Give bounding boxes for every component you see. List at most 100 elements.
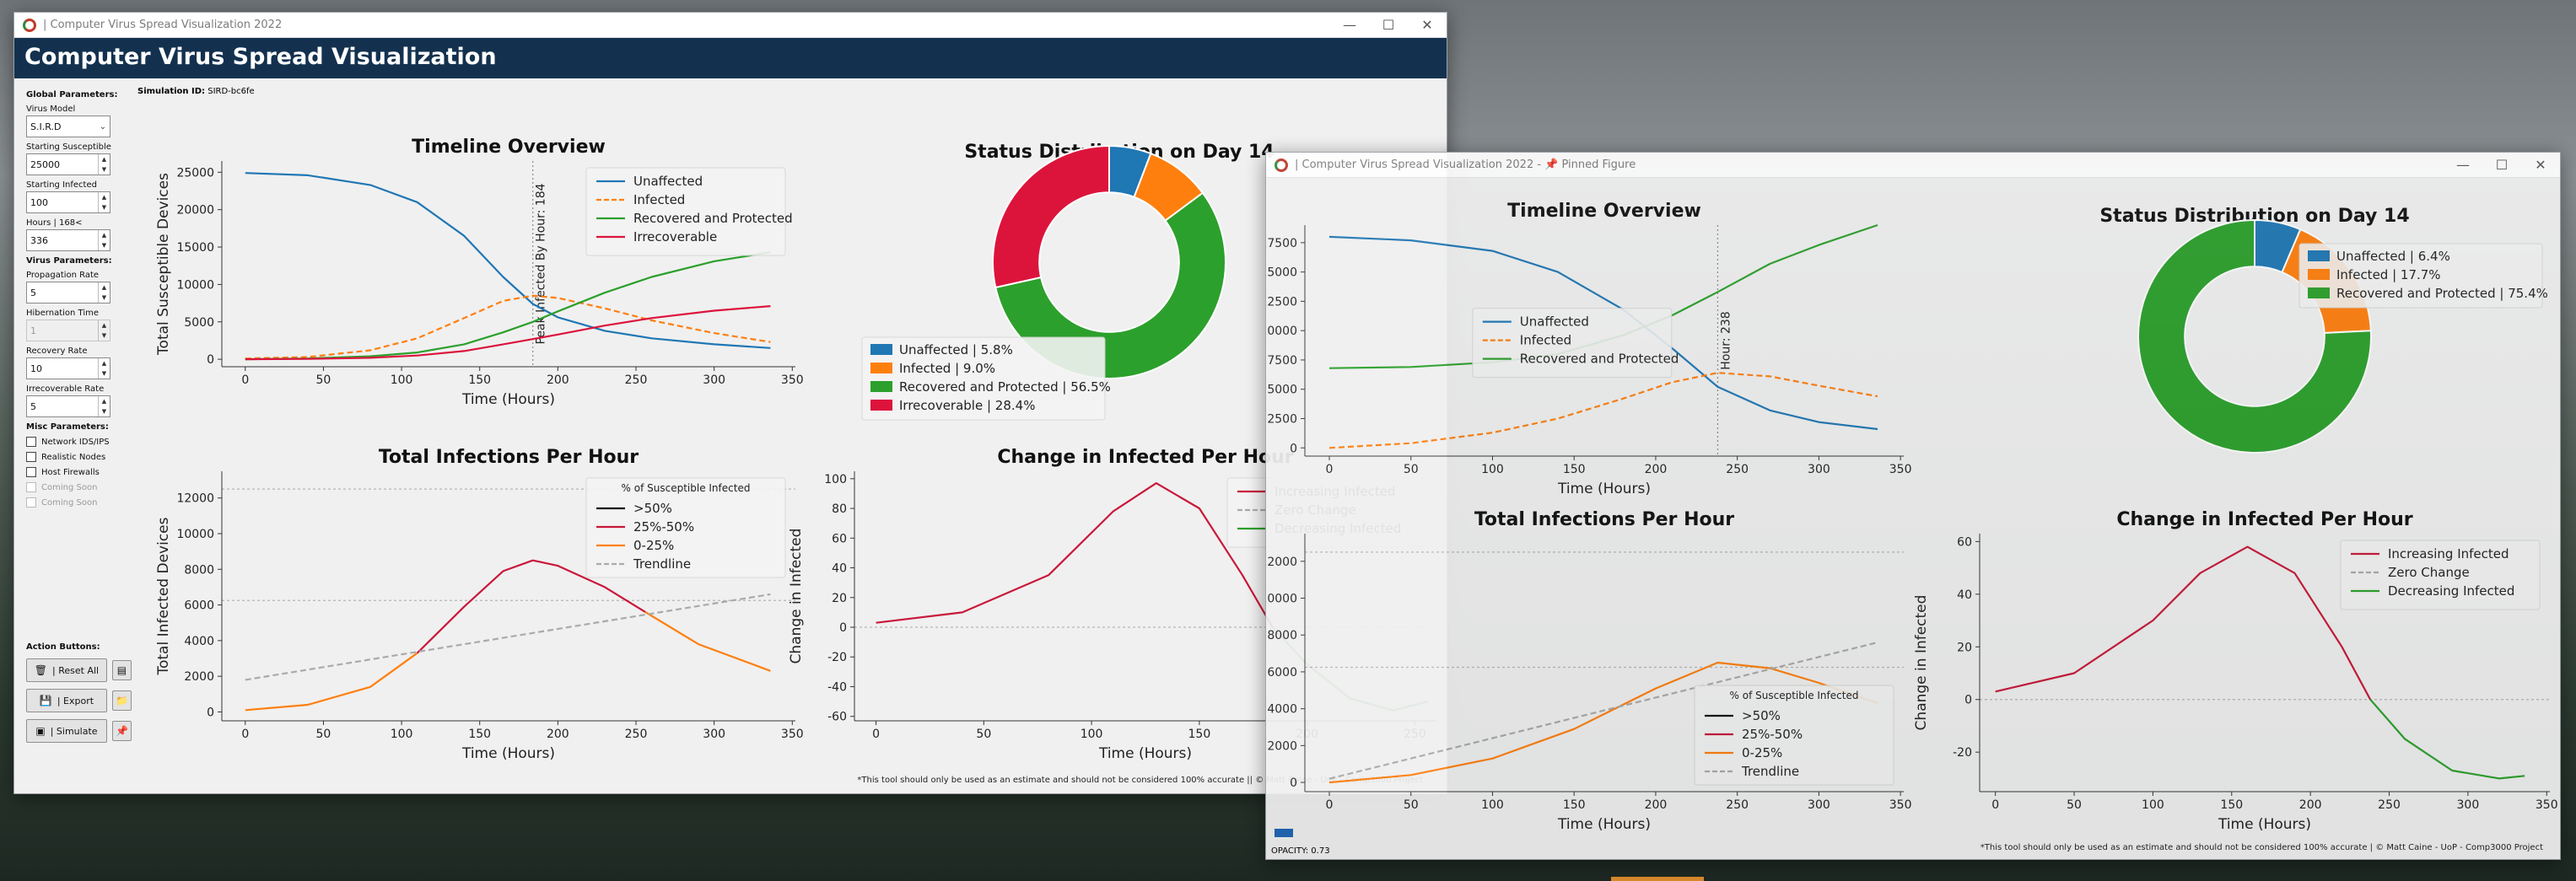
y-tick-label: 0 (207, 353, 214, 367)
legend-swatch (2308, 250, 2330, 261)
spin-arrows-icon[interactable]: ▲ ▼ (98, 154, 110, 175)
spin-arrows-icon[interactable]: ▲ ▼ (98, 192, 110, 212)
legend-label: 25%-50% (1742, 727, 1803, 742)
legend-label: >50% (633, 501, 672, 516)
main-figure: Timeline Overview0 50 100 150 200 250 300 35005… (155, 137, 1436, 762)
series-line (876, 482, 1274, 628)
misc-params-heading: Misc Parameters: (26, 422, 109, 432)
realistic-nodes-checkbox[interactable]: Realistic Nodes (26, 452, 132, 462)
checkbox-box[interactable] (26, 452, 36, 462)
pinned-titlebar[interactable]: | Computer Virus Spread Visualization 20… (1266, 153, 2560, 178)
hours-label: Hours | 168< (26, 218, 83, 228)
close-icon[interactable]: ✕ (1408, 13, 1447, 37)
timeline-chart: Timeline Overview 0 50 100 150 200 250 300 350 0 5… (155, 137, 804, 408)
legend-label: 0-25% (1742, 745, 1782, 760)
y-tick-label: 7500 (1267, 354, 1297, 368)
x-axis-label: Time (Hours) (1557, 481, 1651, 497)
propagation-rate-input[interactable]: 5 ▲ ▼ (26, 282, 110, 304)
series-line (245, 652, 418, 712)
pinned-figure: Timeline Overview0 50 100 150 200 250 300 35002… (1266, 201, 2558, 833)
calendar-icon-button[interactable]: ▤ (111, 660, 132, 680)
legend-label: Irrecoverable (633, 229, 717, 244)
reset-all-label: | Reset All (52, 664, 100, 676)
y-tick-label: 60 (1957, 535, 1972, 549)
checkbox-box[interactable] (26, 467, 36, 477)
x-tick-label: 50 (316, 373, 331, 387)
spin-arrows-icon[interactable]: ▲ ▼ (98, 230, 110, 250)
x-tick-label: 0 (872, 728, 880, 741)
x-tick-label: 250 (625, 728, 648, 741)
x-tick-label: 150 (1563, 463, 1586, 476)
simulation-id-value: SIRD-bc6fe (207, 87, 255, 96)
chart-title: Timeline Overview (1507, 201, 1701, 222)
x-tick-label: 150 (468, 373, 491, 387)
hibernation-time-input[interactable]: 1 ▲ ▼ (26, 320, 110, 341)
folder-icon-button[interactable]: 📁 (111, 690, 132, 711)
y-tick-label: 5000 (1267, 384, 1297, 397)
x-tick-label: 100 (2142, 798, 2164, 812)
y-tick-label: 0 (1290, 442, 1297, 455)
maximize-icon[interactable]: ☐ (2482, 153, 2521, 177)
pinned-status-chart: Status Distribution on Day 14Unaffected … (2099, 206, 2548, 454)
checkbox-label: Realistic Nodes (41, 452, 106, 462)
spin-arrows-icon[interactable]: ▲ ▼ (98, 358, 110, 379)
main-window-title: | Computer Virus Spread Visualization 20… (43, 19, 283, 31)
opacity-slider[interactable] (1275, 829, 1293, 837)
hours-input[interactable]: 336 ▲ ▼ (26, 229, 110, 251)
checkbox-label: Network IDS/IPS (41, 437, 110, 447)
x-tick-label: 300 (2457, 798, 2480, 812)
x-tick-label: 150 (1563, 798, 1586, 812)
recovery-rate-label: Recovery Rate (26, 346, 88, 356)
checkbox-box[interactable] (26, 437, 36, 447)
recovery-rate-input[interactable]: 10 ▲ ▼ (26, 357, 110, 379)
starting-infected-input[interactable]: 100 ▲ ▼ (26, 191, 110, 213)
main-window: | Computer Virus Spread Visualization 20… (13, 12, 1447, 794)
chevron-down-icon: ⌄ (99, 121, 107, 132)
spin-arrows-icon[interactable]: ▲ ▼ (98, 320, 110, 341)
x-tick-label: 50 (976, 728, 991, 741)
pin-icon-button[interactable]: 📌 (111, 721, 132, 741)
x-tick-label: 50 (2067, 798, 2082, 812)
spin-arrows-icon[interactable]: ▲ ▼ (98, 396, 110, 416)
starting-susceptible-label: Starting Susceptible (26, 142, 111, 152)
irrecoverable-rate-value: 5 (30, 400, 36, 412)
propagation-rate-value: 5 (30, 287, 36, 298)
virus-model-label: Virus Model (26, 105, 76, 114)
chart-title: Total Infections Per Hour (1474, 509, 1734, 530)
legend-label: Recovered and Protected | 56.5% (899, 379, 1111, 395)
legend-title: % of Susceptible Infected (1730, 690, 1859, 701)
virus-model-select[interactable]: S.I.R.D ⌄ (26, 115, 110, 137)
x-tick-label: 200 (1645, 463, 1668, 476)
x-tick-label: 150 (2220, 798, 2243, 812)
y-tick-label: 0 (839, 621, 847, 635)
y-tick-label: 12000 (176, 492, 214, 506)
taskbar-highlight (1611, 877, 1704, 881)
series-line (644, 611, 771, 672)
export-button[interactable]: 💾 | Export (26, 689, 107, 712)
network-ids-checkbox[interactable]: Network IDS/IPS (26, 437, 132, 447)
close-icon[interactable]: ✕ (2521, 153, 2560, 177)
host-firewalls-checkbox[interactable]: Host Firewalls (26, 467, 132, 477)
minimize-icon[interactable]: — (2444, 153, 2482, 177)
spin-arrows-icon[interactable]: ▲ ▼ (98, 282, 110, 303)
status-chart: Status Distribution on Day 14Unaffected … (861, 142, 1275, 421)
starting-infected-value: 100 (30, 196, 48, 208)
legend-swatch (870, 381, 892, 392)
starting-susceptible-input[interactable]: 25000 ▲ ▼ (26, 153, 110, 175)
minimize-icon[interactable]: — (1330, 13, 1369, 37)
irrecoverable-rate-input[interactable]: 5 ▲ ▼ (26, 395, 110, 417)
simulate-button[interactable]: ▣ | Simulate (26, 719, 107, 743)
maximize-icon[interactable]: ☐ (1369, 13, 1408, 37)
reset-all-button[interactable]: 🗑 | Reset All (26, 658, 107, 682)
main-titlebar[interactable]: | Computer Virus Spread Visualization 20… (14, 13, 1447, 38)
x-tick-label: 250 (1726, 798, 1749, 812)
x-tick-label: 50 (316, 728, 331, 741)
legend-swatch (870, 344, 892, 355)
chart-title: Change in Infected Per Hour (2116, 509, 2412, 530)
y-tick-label: 40 (1957, 588, 1972, 602)
starting-infected-label: Starting Infected (26, 180, 97, 190)
x-tick-label: 300 (703, 728, 725, 741)
y-tick-label: 8000 (1267, 629, 1297, 642)
legend-label: 0-25% (633, 538, 674, 553)
hibernation-time-value: 1 (30, 325, 36, 336)
